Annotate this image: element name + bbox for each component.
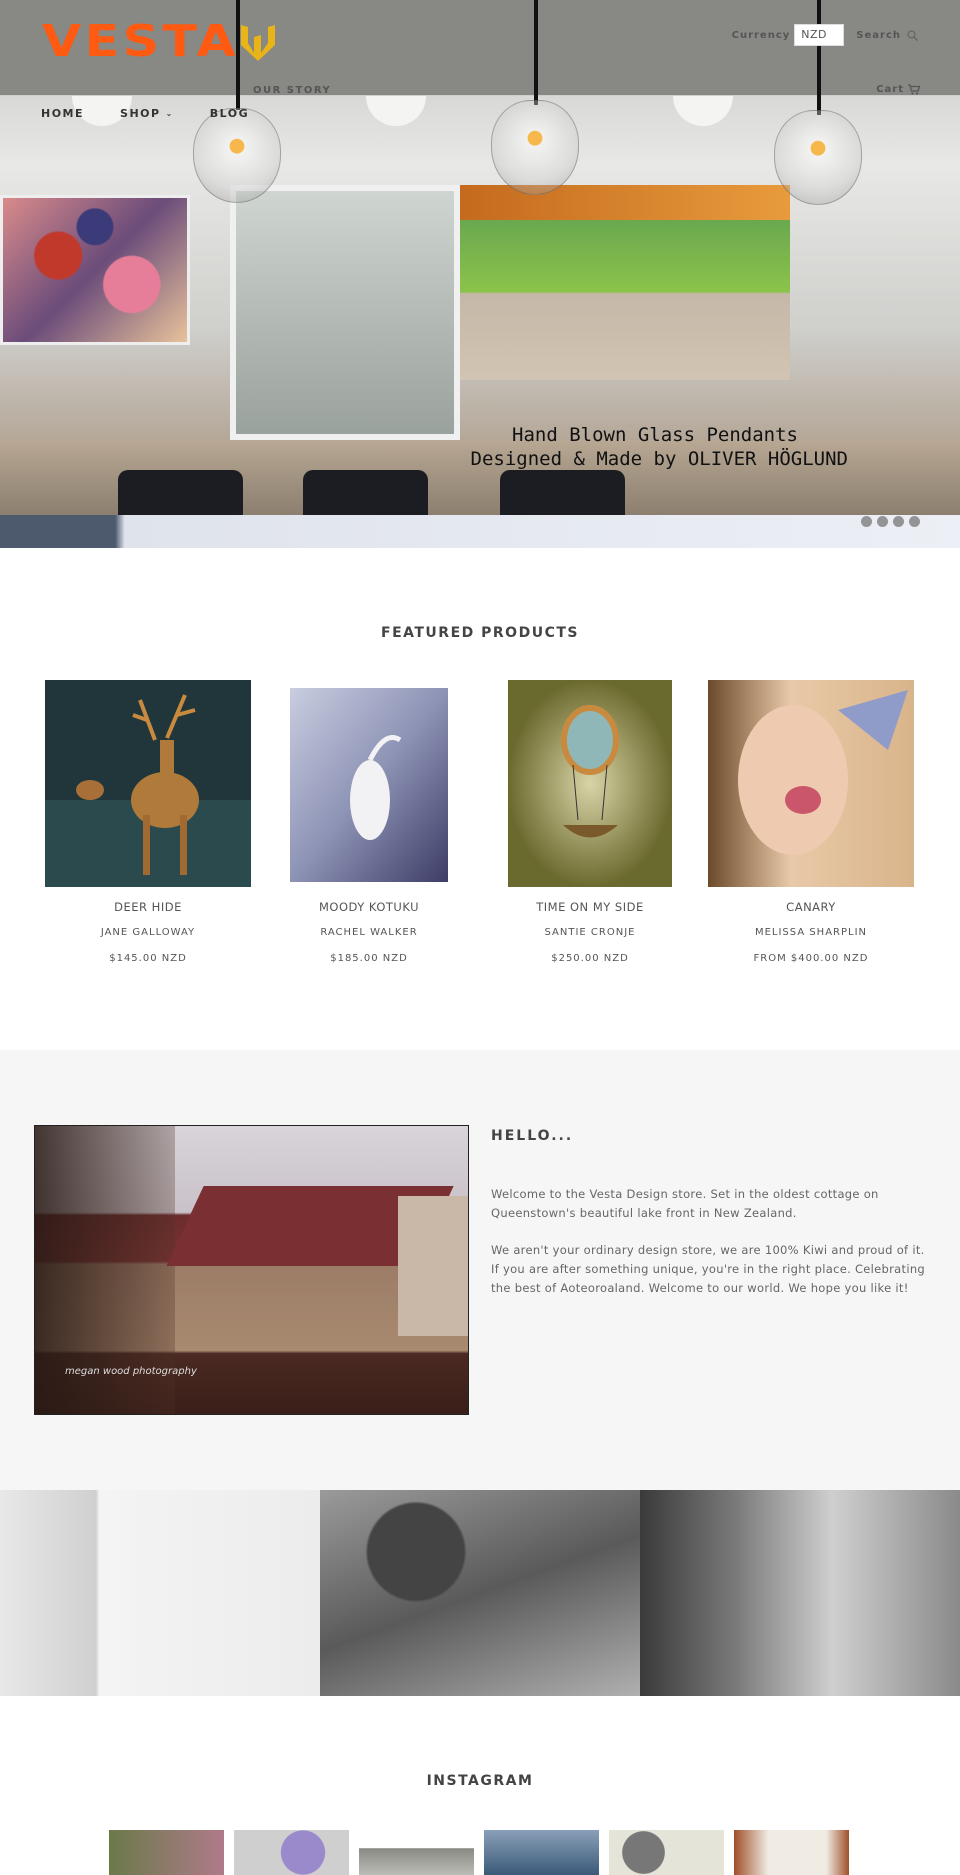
- product-name[interactable]: MOODY KOTUKU: [259, 900, 479, 914]
- about-section: megan wood photography HELLO... Welcome …: [0, 1050, 960, 1490]
- slide-dot[interactable]: [893, 516, 904, 527]
- cottage-building: [398, 1196, 468, 1336]
- search-icon: [907, 29, 918, 41]
- hero-counter: [0, 515, 960, 548]
- nav-home[interactable]: HOME: [41, 107, 84, 120]
- instagram-tile[interactable]: [484, 1830, 599, 1875]
- cart-label: Cart: [876, 84, 904, 95]
- nav-blog-label: BLOG: [209, 107, 250, 120]
- product-image-deer-hide[interactable]: [45, 680, 251, 887]
- instagram-tile[interactable]: [109, 1830, 224, 1875]
- hero-chair: [118, 470, 243, 520]
- product-image-time-on-my-side[interactable]: [508, 680, 672, 887]
- cottage-image: megan wood photography: [34, 1125, 469, 1415]
- nav-shop[interactable]: SHOP ⌄: [120, 107, 174, 120]
- product-artist: MELISSA SHARPLIN: [754, 927, 868, 938]
- currency-select[interactable]: NZD: [794, 24, 845, 46]
- slide-dot[interactable]: [909, 516, 920, 527]
- search-label: Search: [856, 29, 901, 41]
- pendant-bulb: [193, 108, 281, 203]
- brand-mark-icon: [241, 25, 276, 61]
- gallery-image-photographer: [0, 1490, 320, 1696]
- instagram-title: INSTAGRAM: [426, 1773, 534, 1789]
- hero-caption: Hand Blown Glass Pendants Designed & Mad…: [471, 423, 849, 471]
- gallery-image-carver: [320, 1490, 640, 1696]
- product-name[interactable]: DEER HIDE: [38, 900, 258, 914]
- nav-blog[interactable]: BLOG: [210, 107, 249, 120]
- product-name[interactable]: CANARY: [701, 900, 921, 914]
- hero-doorway: [230, 185, 460, 440]
- currency-label: Currency: [731, 29, 791, 41]
- instagram-tile[interactable]: [609, 1830, 724, 1875]
- product-image-canary[interactable]: [708, 680, 914, 887]
- product-price: FROM $400.00 NZD: [753, 953, 869, 964]
- pendant-bulb: [774, 110, 862, 205]
- hero-slideshow[interactable]: Hand Blown Glass Pendants Designed & Mad…: [0, 0, 960, 548]
- product-artist: JANE GALLOWAY: [100, 927, 196, 938]
- pendant-cord: [817, 0, 821, 115]
- product-price: $145.00 NZD: [109, 953, 187, 964]
- instagram-feed: [109, 1830, 859, 1875]
- hero-caption-line1: Hand Blown Glass Pendants: [512, 424, 798, 446]
- utility-bar: Currency NZD Search: [732, 24, 960, 46]
- gallery-image-painter: [640, 1490, 960, 1696]
- featured-products-title: FEATURED PRODUCTS: [381, 625, 579, 641]
- product-artist: RACHEL WALKER: [320, 927, 418, 938]
- slide-dot[interactable]: [877, 516, 888, 527]
- product-image-moody-kotuku[interactable]: [290, 680, 448, 887]
- cart-icon: [908, 84, 920, 95]
- pendant-cord: [534, 0, 538, 105]
- main-nav: HOME SHOP ⌄ BLOG: [41, 107, 285, 120]
- instagram-tile[interactable]: [734, 1830, 849, 1875]
- slide-indicators: [856, 516, 920, 527]
- instagram-tile[interactable]: [234, 1830, 349, 1875]
- hero-chair: [500, 470, 625, 520]
- pendant-bulb: [491, 100, 579, 195]
- about-paragraph: Welcome to the Vesta Design store. Set i…: [491, 1187, 879, 1220]
- instagram-tile[interactable]: [359, 1830, 474, 1875]
- brand-wordmark: VESTA: [42, 16, 240, 67]
- hero-chair: [303, 470, 428, 520]
- nav-home-label: HOME: [41, 107, 85, 120]
- hero-wall-art: [0, 195, 190, 345]
- product-card[interactable]: TIME ON MY SIDE SANTIE CRONJE $250.00 NZ…: [480, 680, 700, 964]
- product-card[interactable]: MOODY KOTUKU RACHEL WALKER $185.00 NZD: [259, 680, 479, 964]
- search-link[interactable]: Search: [856, 30, 918, 41]
- product-card[interactable]: DEER HIDE JANE GALLOWAY $145.00 NZD: [38, 680, 258, 964]
- product-name[interactable]: TIME ON MY SIDE: [480, 900, 700, 914]
- hero-caption-line2: Designed & Made by OLIVER HÖGLUND: [470, 448, 849, 470]
- about-title: HELLO...: [491, 1128, 574, 1144]
- hero-garden: [460, 220, 790, 380]
- hero-beam: [460, 185, 790, 220]
- cart-link[interactable]: Cart: [876, 84, 920, 95]
- nav-shop-label: SHOP: [120, 107, 161, 120]
- lamp-shade: [366, 96, 426, 126]
- nav-our-story[interactable]: OUR STORY: [253, 85, 331, 96]
- product-price: $250.00 NZD: [551, 953, 629, 964]
- about-paragraph: We aren't your ordinary design store, we…: [491, 1243, 926, 1295]
- brand-logo[interactable]: VESTA: [42, 16, 276, 67]
- product-price: $185.00 NZD: [330, 953, 408, 964]
- product-card[interactable]: CANARY MELISSA SHARPLIN FROM $400.00 NZD: [701, 680, 921, 964]
- product-artist: SANTIE CRONJE: [544, 927, 636, 938]
- slide-dot[interactable]: [861, 516, 872, 527]
- image-watermark: megan wood photography: [65, 1366, 197, 1377]
- lamp-shade: [673, 96, 733, 126]
- artist-gallery: [0, 1490, 960, 1696]
- chevron-down-icon: ⌄: [165, 109, 174, 118]
